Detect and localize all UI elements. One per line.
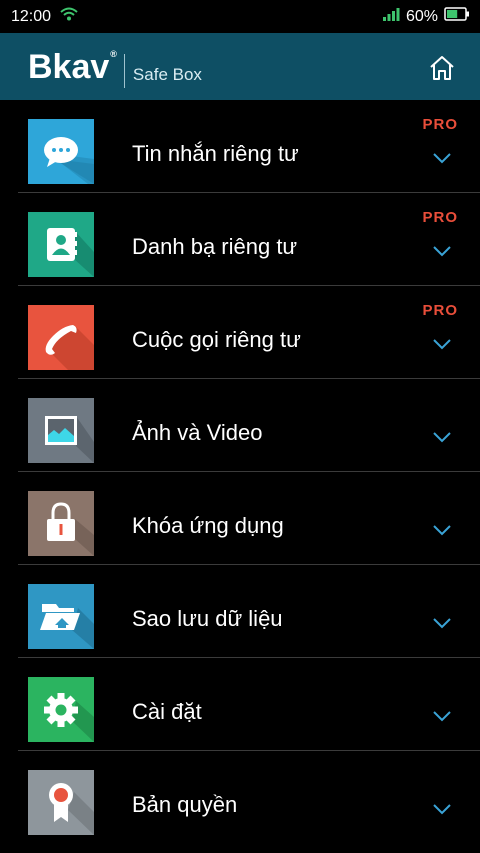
menu-item-private-messages[interactable]: Tin nhắn riêng tư PRO [18, 100, 480, 193]
chevron-down-icon[interactable] [433, 339, 451, 350]
pro-badge: PRO [422, 116, 458, 133]
chevron-down-icon[interactable] [433, 618, 451, 629]
signal-icon [382, 7, 400, 26]
brand-divider [123, 53, 125, 88]
menu-item-label: Danh bạ riêng tư [132, 234, 298, 259]
product-name: Safe Box [132, 64, 202, 84]
menu-item-label: Cuộc gọi riêng tư [132, 327, 301, 352]
brand-registered-mark: ® [110, 48, 117, 59]
chevron-down-icon[interactable] [433, 525, 451, 536]
award-ribbon-icon [28, 770, 94, 835]
folder-backup-icon [28, 584, 94, 649]
wifi-icon [60, 7, 78, 26]
menu-item-private-contacts[interactable]: Danh bạ riêng tư PRO [18, 193, 480, 286]
menu-item-private-calls[interactable]: Cuộc gọi riêng tư PRO [18, 286, 480, 379]
home-icon [430, 56, 454, 80]
pro-badge: PRO [422, 302, 458, 319]
menu-item-license[interactable]: Bản quyền [18, 751, 480, 843]
brand-logo-text: Bkav [28, 47, 110, 86]
chevron-down-icon[interactable] [433, 804, 451, 815]
clock: 12:00 [11, 7, 52, 25]
home-button[interactable] [428, 55, 456, 81]
status-bar: 12:00 60% [0, 0, 480, 33]
menu-item-photos-videos[interactable]: Ảnh và Video [18, 379, 480, 472]
menu-item-label: Sao lưu dữ liệu [132, 606, 283, 631]
phone-handset-icon [28, 305, 94, 370]
contact-book-icon [28, 212, 94, 277]
chevron-down-icon[interactable] [433, 432, 451, 443]
menu-item-label: Cài đặt [132, 699, 202, 724]
chevron-down-icon[interactable] [433, 711, 451, 722]
status-left: 12:00 [0, 7, 78, 26]
gear-icon [28, 677, 94, 742]
chat-bubble-icon [28, 119, 94, 184]
menu-item-label: Bản quyền [132, 792, 238, 817]
chevron-down-icon[interactable] [433, 153, 451, 164]
battery-icon [444, 7, 470, 26]
padlock-icon [28, 491, 94, 556]
menu-item-label: Khóa ứng dụng [132, 513, 284, 538]
app-header: Bkav® Safe Box [0, 33, 480, 100]
pro-badge: PRO [422, 209, 458, 226]
brand: Bkav® Safe Box [28, 47, 202, 88]
battery-percent: 60% [405, 7, 438, 25]
menu-item-label: Tin nhắn riêng tư [132, 141, 299, 166]
menu-item-label: Ảnh và Video [132, 420, 263, 445]
feature-menu: Tin nhắn riêng tư PRO Danh bạ riêng tư P… [18, 100, 480, 843]
menu-item-data-backup[interactable]: Sao lưu dữ liệu [18, 565, 480, 658]
brand-logo: Bkav® [28, 47, 117, 86]
menu-item-settings[interactable]: Cài đặt [18, 658, 480, 751]
menu-item-app-lock[interactable]: Khóa ứng dụng [18, 472, 480, 565]
status-right: 60% [382, 7, 480, 26]
photo-icon [28, 398, 94, 463]
chevron-down-icon[interactable] [433, 246, 451, 257]
